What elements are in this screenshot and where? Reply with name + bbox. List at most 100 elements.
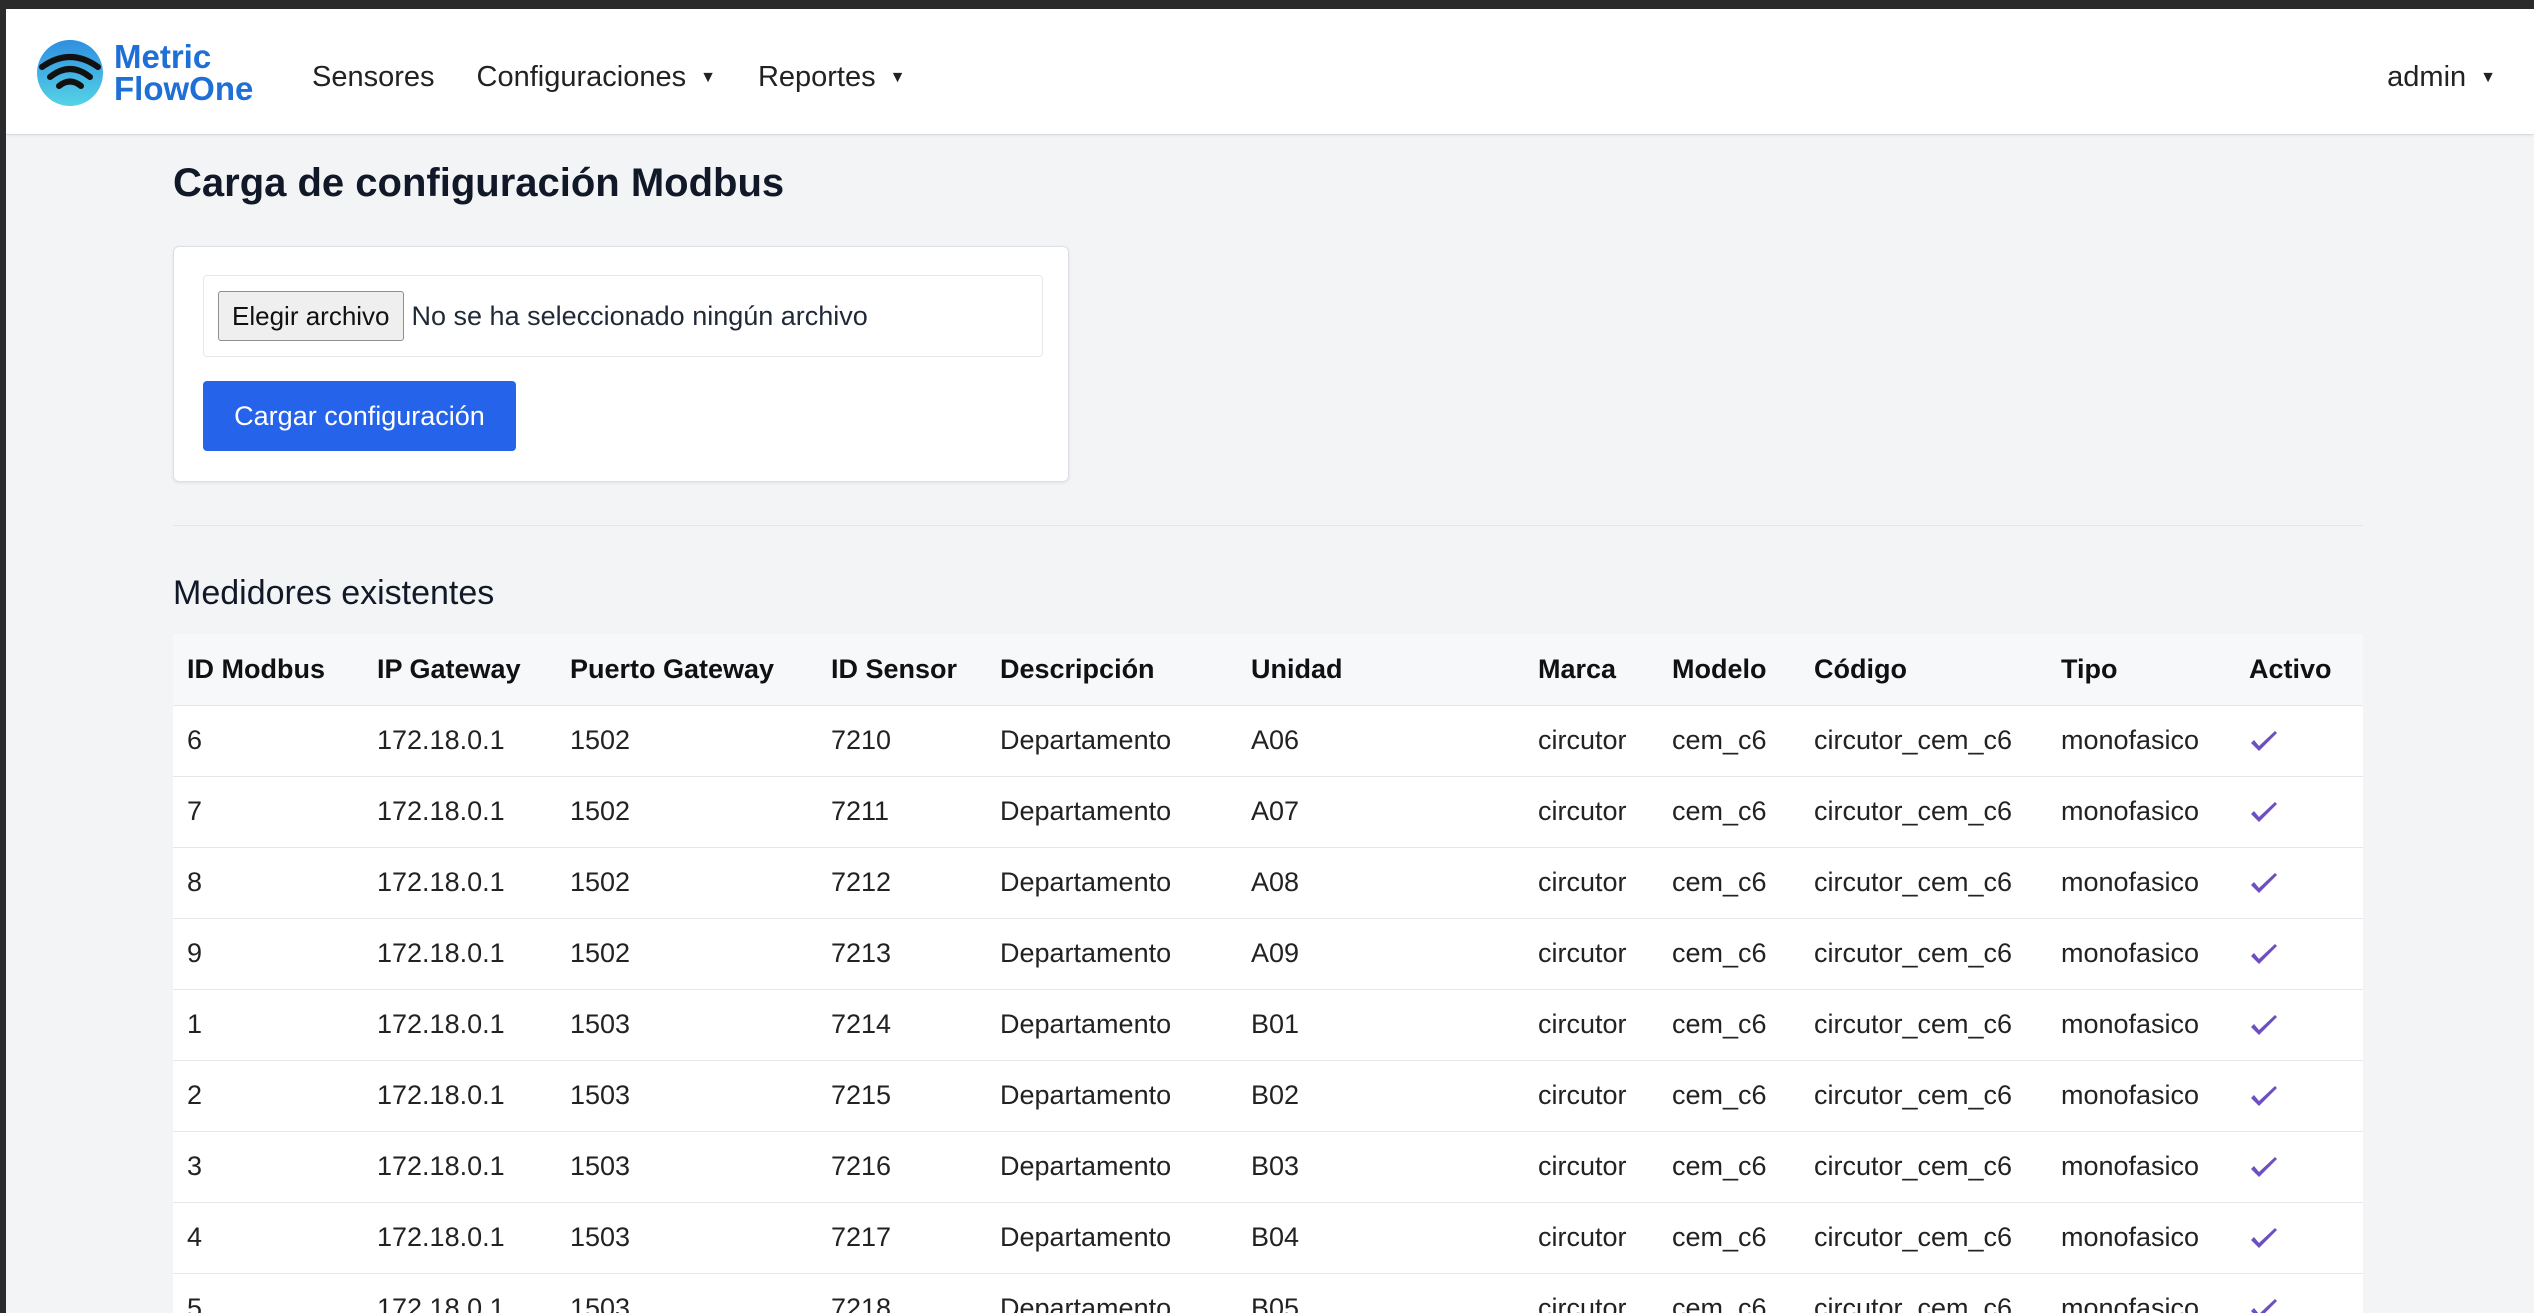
table-cell: monofasico [2061, 725, 2200, 755]
section-divider [173, 525, 2363, 526]
choose-file-button[interactable]: Elegir archivo [218, 291, 404, 341]
table-cell: 8 [187, 867, 203, 897]
table-row[interactable]: 2 172.18.0.1 1503 7215 Departamento B02 circut… [173, 1060, 2363, 1131]
table-row[interactable]: 6 172.18.0.1 1502 7210 Departamento A06 circut… [173, 705, 2363, 776]
table-row[interactable]: 4 172.18.0.1 1503 7217 Departamento B04 circut… [173, 1202, 2363, 1273]
table-cell: Departamento [1000, 867, 1172, 897]
table-cell: circutor_cem_c6 [1814, 1009, 2013, 1039]
table-cell: monofasico [2061, 796, 2200, 826]
caret-down-icon: ▼ [2480, 68, 2496, 86]
table-cell: circutor [1538, 1151, 1627, 1181]
table-cell: cem_c6 [1672, 867, 1767, 897]
browser-viewport: Metric FlowOne Sensores Configuraciones … [6, 9, 2534, 1313]
check-icon [2251, 872, 2277, 893]
brand-name-line2: FlowOne [114, 70, 254, 107]
table-cell: Departamento [1000, 796, 1172, 826]
file-input[interactable]: Elegir archivo No se ha seleccionado nin… [203, 275, 1043, 357]
table-cell: B03 [1251, 1151, 1300, 1181]
table-cell: 7216 [831, 1151, 892, 1181]
table-cell: 172.18.0.1 [377, 938, 505, 968]
nav-item-label: Reportes [757, 61, 876, 93]
table-cell: 7210 [831, 725, 892, 755]
column-header: Unidad [1251, 653, 1343, 684]
table-cell: circutor [1538, 725, 1627, 755]
table-cell: 172.18.0.1 [377, 1293, 505, 1313]
table-cell: A06 [1251, 725, 1300, 755]
table-cell: 1502 [570, 796, 631, 826]
table-cell: cem_c6 [1672, 1293, 1767, 1313]
check-icon [2251, 1156, 2277, 1177]
table-cell: circutor_cem_c6 [1814, 867, 2013, 897]
table-cell: monofasico [2061, 867, 2200, 897]
table-row[interactable]: 8 172.18.0.1 1502 7212 Departamento A08 circut… [173, 847, 2363, 918]
table-cell: 4 [187, 1222, 203, 1252]
active-cell [2235, 918, 2363, 989]
upload-card: Elegir archivo No se ha seleccionado nin… [173, 246, 1069, 482]
table-cell: monofasico [2061, 1222, 2200, 1252]
table-cell: circutor_cem_c6 [1814, 1080, 2013, 1110]
brand-name-line1: Metric [114, 38, 212, 75]
table-cell: circutor_cem_c6 [1814, 1222, 2013, 1252]
active-cell [2235, 847, 2363, 918]
table-row[interactable]: 9 172.18.0.1 1502 7213 Departamento A09 circut… [173, 918, 2363, 989]
table-cell: circutor [1538, 796, 1627, 826]
column-header: Puerto Gateway [570, 653, 775, 684]
check-icon [2251, 801, 2277, 822]
table-cell: 3 [187, 1151, 203, 1181]
table-cell: cem_c6 [1672, 1151, 1767, 1181]
table-cell: 172.18.0.1 [377, 1222, 505, 1252]
user-menu[interactable]: admin ▼ [2387, 61, 2496, 94]
table-cell: circutor_cem_c6 [1814, 938, 2013, 968]
brand-logo[interactable]: Metric FlowOne [36, 37, 253, 109]
table-cell: 2 [187, 1080, 203, 1110]
active-cell [2235, 705, 2363, 776]
section-title: Medidores existentes [173, 574, 495, 612]
nav-links: Sensores Configuraciones ▼ Reportes ▼ [312, 61, 947, 94]
table-cell: 7214 [831, 1009, 892, 1039]
table-cell: 7212 [831, 867, 892, 897]
column-header: Código [1814, 653, 1907, 684]
table-cell: cem_c6 [1672, 1009, 1767, 1039]
active-cell [2235, 776, 2363, 847]
table-cell: B04 [1251, 1222, 1300, 1252]
table-cell: 1503 [570, 1151, 631, 1181]
check-icon [2251, 1227, 2277, 1248]
table-row[interactable]: 3 172.18.0.1 1503 7216 Departamento B03 circut… [173, 1131, 2363, 1202]
table-cell: Departamento [1000, 1151, 1172, 1181]
table-cell: A08 [1251, 867, 1300, 897]
file-status-text: No se ha seleccionado ningún archivo [411, 300, 868, 331]
check-icon [2251, 730, 2277, 751]
table-cell: 5 [187, 1293, 203, 1313]
table-cell: 1503 [570, 1293, 631, 1313]
table-cell: monofasico [2061, 1293, 2200, 1313]
active-cell [2235, 1202, 2363, 1273]
table-cell: 172.18.0.1 [377, 725, 505, 755]
table-cell: circutor [1538, 867, 1627, 897]
table-cell: circutor_cem_c6 [1814, 725, 2013, 755]
table-cell: 7218 [831, 1293, 892, 1313]
table-cell: 172.18.0.1 [377, 1151, 505, 1181]
column-header: Modelo [1672, 653, 1767, 684]
table-row[interactable]: 7 172.18.0.1 1502 7211 Departamento A07 circut… [173, 776, 2363, 847]
table-cell: Departamento [1000, 1293, 1172, 1313]
table-cell: cem_c6 [1672, 938, 1767, 968]
nav-item-sensores[interactable]: Sensores [312, 61, 435, 94]
user-name: admin [2387, 61, 2467, 93]
active-cell [2235, 1273, 2363, 1313]
nav-item-configuraciones[interactable]: Configuraciones ▼ [477, 61, 716, 94]
table-cell: 172.18.0.1 [377, 1080, 505, 1110]
table-cell: 7213 [831, 938, 892, 968]
upload-config-button[interactable]: Cargar configuración [203, 381, 516, 451]
table-cell: 172.18.0.1 [377, 867, 505, 897]
table-cell: 1502 [570, 867, 631, 897]
caret-down-icon: ▼ [889, 68, 906, 86]
table-cell: 1 [187, 1009, 203, 1039]
table-cell: B01 [1251, 1009, 1300, 1039]
table-cell: cem_c6 [1672, 1222, 1767, 1252]
table-row[interactable]: 5 172.18.0.1 1503 7218 Departamento B05 circut… [173, 1273, 2363, 1313]
table-cell: circutor [1538, 1222, 1627, 1252]
table-row[interactable]: 1 172.18.0.1 1503 7214 Departamento B01 circut… [173, 989, 2363, 1060]
nav-item-label: Sensores [312, 61, 435, 93]
nav-item-reportes[interactable]: Reportes ▼ [758, 61, 906, 94]
table-cell: circutor_cem_c6 [1814, 796, 2013, 826]
